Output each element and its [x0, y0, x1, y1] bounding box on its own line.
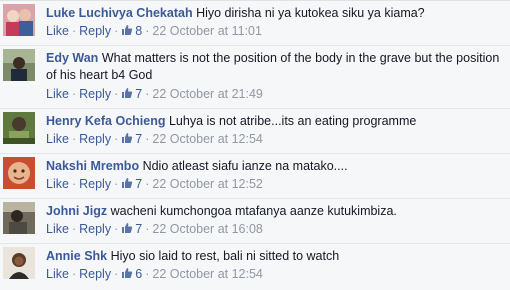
comment-text-row: Luke Luchivya Chekatah Hiyo dirisha ni y…	[46, 5, 504, 22]
comment-actions: Like · Reply · 7 · 22 October at 21:49	[46, 86, 263, 103]
avatar[interactable]	[3, 112, 35, 144]
like-link[interactable]: Like	[46, 222, 69, 236]
avatar[interactable]	[3, 247, 35, 279]
comment-author-link[interactable]: Annie Shk	[46, 249, 107, 263]
comment-body: What matters is not the position of the …	[46, 51, 500, 82]
avatar-photo-icon	[3, 4, 35, 36]
comment-item: Luke Luchivya Chekatah Hiyo dirisha ni y…	[0, 1, 510, 46]
comment-body: wacheni kumchongoa mtafanya aanze kutuki…	[110, 204, 397, 218]
like-count[interactable]: 7	[121, 87, 142, 101]
separator: ·	[71, 177, 77, 191]
thumbs-up-icon	[121, 267, 133, 279]
comment-actions: Like · Reply · 7 · 22 October at 12:54	[46, 131, 263, 148]
avatar-photo-icon	[3, 247, 35, 279]
like-link[interactable]: Like	[46, 24, 69, 38]
comment-text-row: Johni Jigz wacheni kumchongoa mtafanya a…	[46, 203, 504, 220]
thumbs-up-icon	[121, 222, 133, 234]
reply-link[interactable]: Reply	[79, 87, 111, 101]
comment-body: Luhya is not atribe...its an eating prog…	[168, 114, 417, 128]
comment-item: Johni Jigz wacheni kumchongoa mtafanya a…	[0, 199, 510, 244]
like-count[interactable]: 8	[121, 24, 142, 38]
reply-link[interactable]: Reply	[79, 24, 111, 38]
comment-author-link[interactable]: Luke Luchivya Chekatah	[46, 6, 193, 20]
comment-actions: Like · Reply · 7 · 22 October at 12:52	[46, 176, 263, 193]
like-link[interactable]: Like	[46, 267, 69, 281]
comment-author-link[interactable]: Johni Jigz	[46, 204, 107, 218]
thumbs-up-icon	[121, 177, 133, 189]
separator: ·	[114, 267, 119, 281]
comment-item: Nakshi Mrembo Ndio atleast siafu ianze n…	[0, 154, 510, 199]
avatar-photo-icon	[3, 202, 35, 234]
reply-link[interactable]: Reply	[79, 222, 111, 236]
comment-author-link[interactable]: Edy Wan	[46, 51, 98, 65]
timestamp-link[interactable]: 22 October at 11:01	[152, 24, 262, 38]
thumbs-up-icon	[121, 87, 133, 99]
timestamp-link[interactable]: 22 October at 16:08	[152, 222, 263, 236]
timestamp-link[interactable]: 22 October at 12:52	[152, 177, 263, 191]
reply-link[interactable]: Reply	[79, 177, 111, 191]
separator: ·	[114, 222, 119, 236]
timestamp-link[interactable]: 22 October at 12:54	[152, 267, 263, 281]
comment-list: Luke Luchivya Chekatah Hiyo dirisha ni y…	[0, 0, 510, 290]
comment-item: Annie Shk Hiyo sio laid to rest, bali ni…	[0, 244, 510, 290]
separator: ·	[71, 267, 77, 281]
avatar[interactable]	[3, 49, 35, 81]
separator: ·	[145, 222, 150, 236]
timestamp-link[interactable]: 22 October at 12:54	[152, 132, 263, 146]
comment-item: Edy Wan What matters is not the position…	[0, 46, 510, 109]
avatar-photo-icon	[3, 112, 35, 144]
separator: ·	[114, 177, 119, 191]
comment-author-link[interactable]: Nakshi Mrembo	[46, 159, 139, 173]
separator: ·	[145, 267, 150, 281]
like-count[interactable]: 7	[121, 132, 142, 146]
separator: ·	[145, 132, 150, 146]
separator: ·	[71, 87, 77, 101]
like-count[interactable]: 6	[121, 267, 142, 281]
separator: ·	[145, 177, 150, 191]
avatar-photo-icon	[3, 157, 35, 189]
avatar[interactable]	[3, 4, 35, 36]
like-link[interactable]: Like	[46, 177, 69, 191]
avatar-photo-icon	[3, 49, 35, 81]
separator: ·	[114, 24, 119, 38]
avatar[interactable]	[3, 202, 35, 234]
comment-text-row: Nakshi Mrembo Ndio atleast siafu ianze n…	[46, 158, 504, 175]
comment-author-link[interactable]: Henry Kefa Ochieng	[46, 114, 165, 128]
comment-text-row: Edy Wan What matters is not the position…	[46, 50, 506, 84]
like-link[interactable]: Like	[46, 87, 69, 101]
separator: ·	[145, 24, 150, 38]
like-link[interactable]: Like	[46, 132, 69, 146]
separator: ·	[71, 222, 77, 236]
comment-body: Ndio atleast siafu ianze na matako....	[142, 159, 348, 173]
comment-actions: Like · Reply · 6 · 22 October at 12:54	[46, 266, 263, 283]
separator: ·	[145, 87, 150, 101]
comment-text-row: Henry Kefa Ochieng Luhya is not atribe..…	[46, 113, 504, 130]
comment-body: Hiyo sio laid to rest, bali ni sitted to…	[110, 249, 340, 263]
timestamp-link[interactable]: 22 October at 21:49	[152, 87, 263, 101]
thumbs-up-icon	[121, 132, 133, 144]
separator: ·	[71, 132, 77, 146]
reply-link[interactable]: Reply	[79, 132, 111, 146]
separator: ·	[114, 132, 119, 146]
separator: ·	[71, 24, 77, 38]
separator: ·	[114, 87, 119, 101]
reply-link[interactable]: Reply	[79, 267, 111, 281]
like-count[interactable]: 7	[121, 222, 142, 236]
comment-body: Hiyo dirisha ni ya kutokea siku ya kiama…	[196, 6, 425, 20]
like-count[interactable]: 7	[121, 177, 142, 191]
comment-text-row: Annie Shk Hiyo sio laid to rest, bali ni…	[46, 248, 504, 265]
comment-actions: Like · Reply · 8 · 22 October at 11:01	[46, 23, 262, 40]
avatar[interactable]	[3, 157, 35, 189]
thumbs-up-icon	[121, 24, 133, 36]
comment-actions: Like · Reply · 7 · 22 October at 16:08	[46, 221, 263, 238]
comment-item: Henry Kefa Ochieng Luhya is not atribe..…	[0, 109, 510, 154]
